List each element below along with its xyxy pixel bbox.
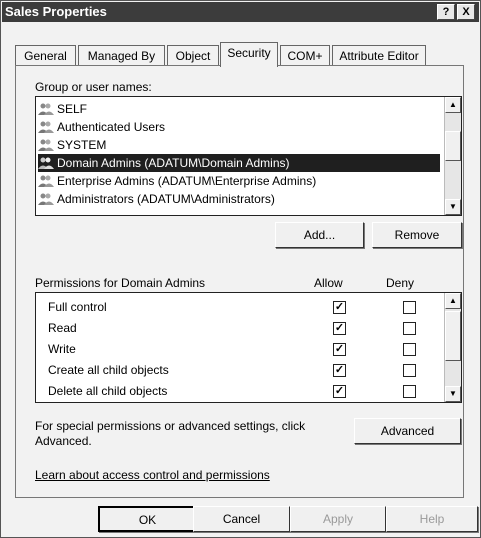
deny-header: Deny <box>386 276 415 290</box>
scroll-down-arrow-icon[interactable]: ▼ <box>445 199 461 215</box>
group-names-label: Group or user names: <box>35 80 152 94</box>
scroll-down-arrow-icon[interactable]: ▼ <box>445 386 461 402</box>
group-list-scrollbar[interactable]: ▲ ▼ <box>444 97 461 215</box>
tab-attribute-editor[interactable]: Attribute Editor <box>332 45 426 66</box>
permission-name: Write <box>48 342 76 356</box>
permissions-label: Permissions for Domain Admins <box>35 276 206 290</box>
ok-button[interactable]: OK <box>98 506 197 532</box>
group-user-list[interactable]: SELF Authenticated Users SYSTEM Domain A… <box>35 96 462 216</box>
scroll-up-arrow-icon[interactable]: ▲ <box>445 97 461 113</box>
deny-delete-child-checkbox[interactable] <box>403 385 416 398</box>
permission-name: Read <box>48 321 77 335</box>
deny-full-control-checkbox[interactable] <box>403 301 416 314</box>
permission-row: Full control <box>48 298 107 316</box>
allow-read-checkbox[interactable]: ✓ <box>333 322 346 335</box>
users-icon <box>38 139 54 151</box>
close-button[interactable]: X <box>457 4 475 20</box>
help-title-button[interactable]: ? <box>437 4 455 20</box>
users-icon <box>38 103 54 115</box>
advanced-button[interactable]: Advanced <box>354 418 461 444</box>
permission-row: Write <box>48 340 76 358</box>
permission-row: Read <box>48 319 77 337</box>
tab-object[interactable]: Object <box>167 45 219 66</box>
permissions-list[interactable]: Full control ✓ Read ✓ Write ✓ Create all… <box>35 292 462 403</box>
list-item[interactable]: SELF <box>38 100 440 118</box>
advanced-hint-text: For special permissions or advanced sett… <box>35 419 306 448</box>
title-bar[interactable]: Sales Properties ? X <box>2 2 479 22</box>
scroll-thumb[interactable] <box>445 131 461 161</box>
add-button[interactable]: Add... <box>275 222 364 248</box>
tab-managed-by[interactable]: Managed By <box>78 45 165 66</box>
users-icon <box>38 157 54 169</box>
users-icon <box>38 121 54 133</box>
allow-delete-child-checkbox[interactable]: ✓ <box>333 385 346 398</box>
cancel-button[interactable]: Cancel <box>193 506 290 532</box>
list-item-selected[interactable]: Domain Admins (ADATUM\Domain Admins) <box>38 154 440 172</box>
permission-name: Delete all child objects <box>48 384 168 398</box>
allow-write-checkbox[interactable]: ✓ <box>333 343 346 356</box>
scroll-up-arrow-icon[interactable]: ▲ <box>445 293 461 309</box>
list-item-label: Administrators (ADATUM\Administrators) <box>57 192 275 206</box>
permission-row: Delete all child objects <box>48 382 167 400</box>
apply-button[interactable]: Apply <box>290 506 386 532</box>
list-item[interactable]: Authenticated Users <box>38 118 440 136</box>
list-item[interactable]: Enterprise Admins (ADATUM\Enterprise Adm… <box>38 172 440 190</box>
allow-create-child-checkbox[interactable]: ✓ <box>333 364 346 377</box>
permissions-scrollbar[interactable]: ▲ ▼ <box>444 293 461 402</box>
permission-name: Create all child objects <box>48 363 169 377</box>
permission-name: Full control <box>48 300 107 314</box>
list-item-label: Authenticated Users <box>57 120 166 134</box>
learn-more-link[interactable]: Learn about access control and permissio… <box>35 468 270 482</box>
list-item-label: Domain Admins (ADATUM\Domain Admins) <box>57 156 290 170</box>
list-item-label: SELF <box>57 102 88 116</box>
tab-general[interactable]: General <box>15 45 76 66</box>
help-button[interactable]: Help <box>386 506 478 532</box>
permission-row: Create all child objects <box>48 361 169 379</box>
allow-full-control-checkbox[interactable]: ✓ <box>333 301 346 314</box>
list-item-label: SYSTEM <box>57 138 107 152</box>
window-title: Sales Properties <box>5 4 107 19</box>
tab-com-plus[interactable]: COM+ <box>280 45 330 66</box>
users-icon <box>38 193 54 205</box>
scroll-thumb[interactable] <box>445 311 461 361</box>
allow-header: Allow <box>314 276 343 290</box>
deny-read-checkbox[interactable] <box>403 322 416 335</box>
security-panel: Group or user names: SELF Authenticated … <box>15 65 464 498</box>
properties-dialog: Sales Properties ? X General Managed By … <box>0 0 481 538</box>
users-icon <box>38 175 54 187</box>
deny-write-checkbox[interactable] <box>403 343 416 356</box>
list-item[interactable]: Administrators (ADATUM\Administrators) <box>38 190 440 208</box>
list-item[interactable]: SYSTEM <box>38 136 440 154</box>
remove-button[interactable]: Remove <box>372 222 462 248</box>
list-item-label: Enterprise Admins (ADATUM\Enterprise Adm… <box>57 174 317 188</box>
deny-create-child-checkbox[interactable] <box>403 364 416 377</box>
tab-security[interactable]: Security <box>220 42 278 67</box>
